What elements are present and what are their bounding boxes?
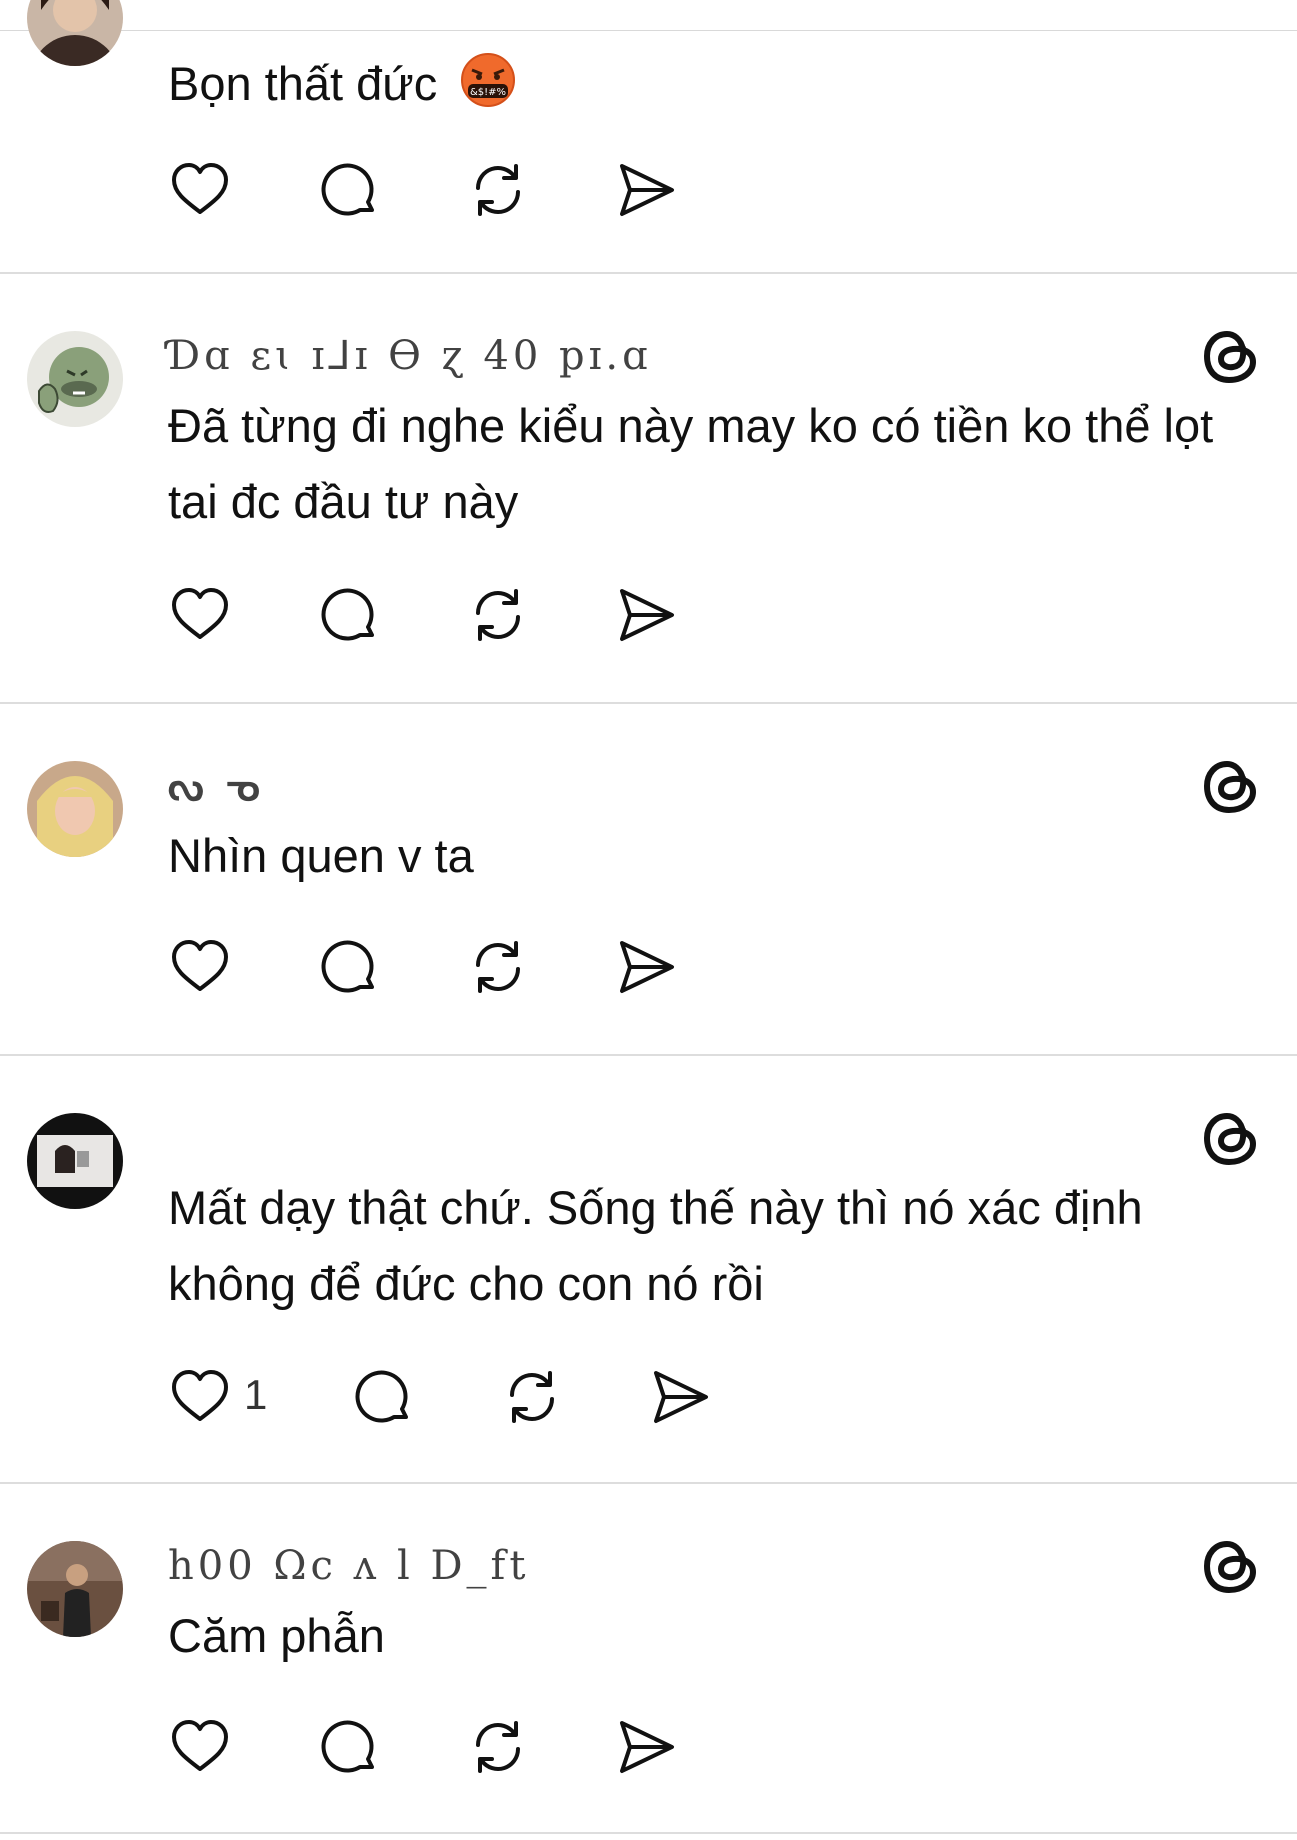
- share-button[interactable]: [614, 583, 678, 647]
- reply-button[interactable]: [352, 1365, 416, 1429]
- like-button[interactable]: [168, 1365, 232, 1429]
- comment-bubble-icon: [355, 1370, 408, 1423]
- avatar[interactable]: [27, 1541, 123, 1637]
- post-text: Căm phẫn: [168, 1609, 385, 1662]
- top-divider: [0, 30, 1297, 31]
- post-divider: [0, 1054, 1297, 1056]
- post-text: Bọn thất đức &$!#%: [168, 46, 1228, 122]
- reply-button[interactable]: [318, 935, 382, 999]
- reply-button[interactable]: [318, 158, 382, 222]
- post-text: Mất dạy thật chứ. Sống thế này thì nó xá…: [168, 1181, 1143, 1310]
- heart-icon: [172, 588, 228, 639]
- send-icon: [620, 1721, 674, 1773]
- username[interactable]: ᔓ ᓀ: [168, 763, 264, 810]
- repost-button[interactable]: [466, 1715, 530, 1779]
- heart-icon: [172, 1370, 228, 1421]
- send-icon: [620, 164, 674, 216]
- send-icon: [620, 941, 674, 993]
- like-button[interactable]: [168, 583, 232, 647]
- cursing-face-icon: &$!#%: [460, 52, 516, 108]
- avatar[interactable]: [27, 0, 123, 66]
- comment-bubble-icon: [321, 588, 374, 641]
- threads-logo-icon[interactable]: [1201, 1536, 1261, 1596]
- share-button[interactable]: [614, 158, 678, 222]
- heart-icon: [172, 163, 228, 214]
- post-text: Đã từng đi nghe kiểu này may ko có tiền …: [168, 399, 1214, 528]
- like-count: 1: [244, 1371, 268, 1418]
- threads-logo-icon[interactable]: [1201, 756, 1261, 816]
- avatar[interactable]: [27, 1113, 123, 1209]
- repost-button[interactable]: [466, 935, 530, 999]
- repost-icon: [476, 941, 520, 993]
- username[interactable]: Ɗɑ ɛɩ ɪ⅃ɪ ϴ ɀ 40 рɪ.ɑ: [168, 333, 652, 379]
- repost-icon: [476, 164, 520, 216]
- send-icon: [620, 589, 674, 641]
- svg-text:&$!#%: &$!#%: [470, 87, 506, 98]
- comment-bubble-icon: [321, 1720, 374, 1773]
- send-icon: [654, 1371, 708, 1423]
- share-button[interactable]: [648, 1365, 712, 1429]
- share-button[interactable]: [614, 1715, 678, 1779]
- reply-button[interactable]: [318, 1715, 382, 1779]
- avatar[interactable]: [27, 761, 123, 857]
- like-button[interactable]: [168, 1715, 232, 1779]
- repost-icon: [510, 1371, 554, 1423]
- share-button[interactable]: [614, 935, 678, 999]
- like-button[interactable]: [168, 935, 232, 999]
- repost-button[interactable]: [466, 583, 530, 647]
- avatar[interactable]: [27, 331, 123, 427]
- post-text: Nhìn quen v ta: [168, 829, 474, 882]
- threads-logo-icon[interactable]: [1201, 1108, 1261, 1168]
- repost-button[interactable]: [500, 1365, 564, 1429]
- like-button[interactable]: [168, 158, 232, 222]
- repost-button[interactable]: [466, 158, 530, 222]
- repost-icon: [476, 1721, 520, 1773]
- repost-icon: [476, 589, 520, 641]
- heart-icon: [172, 1720, 228, 1771]
- threads-logo-icon[interactable]: [1201, 326, 1261, 386]
- post-divider: [0, 1832, 1297, 1834]
- comment-bubble-icon: [321, 940, 374, 993]
- post-divider: [0, 272, 1297, 274]
- post-divider: [0, 1482, 1297, 1484]
- post-divider: [0, 702, 1297, 704]
- reply-button[interactable]: [318, 583, 382, 647]
- username[interactable]: h00 Ωc ʌ l D_ft: [168, 1543, 529, 1589]
- heart-icon: [172, 940, 228, 991]
- comment-bubble-icon: [321, 163, 374, 216]
